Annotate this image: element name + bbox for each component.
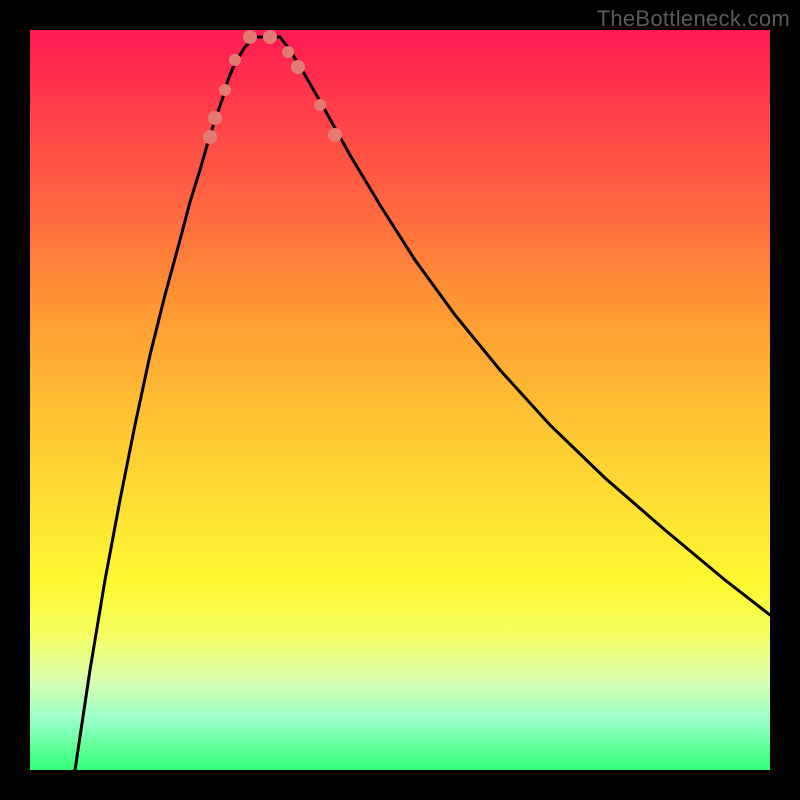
data-marker bbox=[219, 84, 231, 96]
data-marker bbox=[263, 30, 277, 44]
data-marker bbox=[328, 128, 342, 142]
curve-left-branch bbox=[75, 37, 255, 770]
curve-right-branch bbox=[280, 37, 770, 615]
watermark-text: TheBottleneck.com bbox=[597, 6, 790, 32]
data-marker bbox=[208, 111, 222, 125]
data-marker bbox=[203, 130, 217, 144]
data-marker bbox=[314, 99, 326, 111]
data-marker bbox=[229, 54, 241, 66]
data-marker bbox=[291, 60, 305, 74]
chart-plot-area bbox=[30, 30, 770, 770]
data-marker bbox=[243, 30, 257, 44]
data-marker bbox=[282, 46, 294, 58]
chart-svg bbox=[30, 30, 770, 770]
